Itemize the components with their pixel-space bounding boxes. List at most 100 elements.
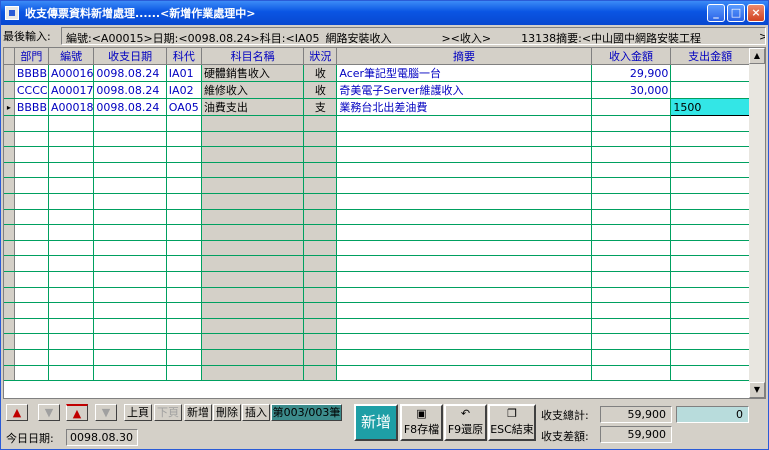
nav-bottom-icon[interactable]: ▼ [95, 404, 117, 421]
empty-cell[interactable] [303, 193, 338, 210]
empty-cell[interactable] [591, 255, 672, 272]
cell-memo[interactable]: Acer筆記型電腦一台 [336, 64, 592, 82]
empty-cell[interactable] [201, 115, 305, 132]
empty-cell[interactable] [336, 131, 592, 148]
empty-cell[interactable] [14, 333, 49, 350]
cell-no[interactable]: A00018 [48, 98, 95, 116]
empty-cell[interactable] [48, 224, 95, 241]
empty-cell[interactable] [336, 271, 592, 288]
empty-cell[interactable] [336, 255, 592, 272]
empty-cell[interactable] [14, 162, 49, 179]
empty-cell[interactable] [303, 131, 338, 148]
empty-cell[interactable] [201, 193, 305, 210]
empty-cell[interactable] [201, 302, 305, 319]
cell-expense[interactable] [670, 81, 750, 99]
empty-cell[interactable] [93, 177, 167, 194]
cell-date[interactable]: 0098.08.24 [93, 98, 167, 116]
prev-page-button[interactable]: 上頁 [124, 404, 152, 421]
empty-cell[interactable] [14, 302, 49, 319]
col-header[interactable]: 收支日期 [93, 48, 167, 65]
empty-cell[interactable] [591, 240, 672, 257]
minimize-button[interactable]: _ [707, 4, 725, 22]
empty-row[interactable] [4, 349, 750, 366]
empty-row[interactable] [4, 255, 750, 272]
empty-cell[interactable] [14, 177, 49, 194]
empty-cell[interactable] [93, 240, 167, 257]
col-header[interactable]: 收入金額 [591, 48, 672, 65]
empty-cell[interactable] [14, 131, 49, 148]
empty-cell[interactable] [14, 115, 49, 132]
empty-cell[interactable] [303, 271, 338, 288]
empty-cell[interactable] [336, 287, 592, 304]
empty-cell[interactable] [336, 224, 592, 241]
nav-first-icon[interactable]: ▲ [6, 404, 28, 421]
empty-cell[interactable] [166, 302, 202, 319]
empty-cell[interactable] [166, 146, 202, 163]
scroll-up-icon[interactable]: ▲ [749, 48, 765, 64]
empty-cell[interactable] [93, 365, 167, 382]
empty-cell[interactable] [93, 287, 167, 304]
empty-cell[interactable] [591, 193, 672, 210]
empty-cell[interactable] [201, 224, 305, 241]
empty-cell[interactable] [591, 271, 672, 288]
table-row[interactable]: CCCC A00017 0098.08.24 IA02 維修收入 收 奇美電子S… [4, 81, 750, 99]
scroll-down-icon[interactable]: ▼ [749, 382, 765, 398]
empty-cell[interactable] [166, 115, 202, 132]
empty-row[interactable] [4, 365, 750, 382]
empty-cell[interactable] [670, 193, 750, 210]
empty-cell[interactable] [93, 131, 167, 148]
empty-cell[interactable] [166, 162, 202, 179]
table-row[interactable]: ▸ BBBB A00018 0098.08.24 OA05 油費支出 支 業務台… [4, 98, 750, 116]
empty-cell[interactable] [670, 240, 750, 257]
vertical-scrollbar[interactable]: ▲ ▼ [749, 48, 765, 398]
empty-cell[interactable] [93, 271, 167, 288]
empty-cell[interactable] [201, 318, 305, 335]
empty-cell[interactable] [93, 333, 167, 350]
empty-cell[interactable] [14, 240, 49, 257]
empty-cell[interactable] [48, 162, 95, 179]
cell-code[interactable]: OA05 [166, 98, 202, 116]
empty-cell[interactable] [14, 146, 49, 163]
cell-income[interactable]: 29,900 [591, 64, 672, 82]
empty-cell[interactable] [201, 365, 305, 382]
empty-cell[interactable] [48, 349, 95, 366]
empty-cell[interactable] [303, 162, 338, 179]
add-row-button[interactable]: 新增 [184, 404, 212, 421]
empty-cell[interactable] [201, 287, 305, 304]
empty-cell[interactable] [670, 333, 750, 350]
empty-cell[interactable] [336, 177, 592, 194]
col-header[interactable]: 支出金額 [670, 48, 750, 65]
empty-cell[interactable] [303, 209, 338, 226]
empty-cell[interactable] [166, 333, 202, 350]
empty-row[interactable] [4, 224, 750, 241]
empty-cell[interactable] [336, 365, 592, 382]
empty-cell[interactable] [48, 271, 95, 288]
empty-cell[interactable] [591, 131, 672, 148]
empty-cell[interactable] [48, 115, 95, 132]
cell-date[interactable]: 0098.08.24 [93, 81, 167, 99]
cell-no[interactable]: A00017 [48, 81, 95, 99]
empty-cell[interactable] [201, 240, 305, 257]
empty-cell[interactable] [201, 177, 305, 194]
save-button[interactable]: ▣ F8存檔 [400, 404, 443, 441]
empty-cell[interactable] [303, 240, 338, 257]
empty-cell[interactable] [303, 224, 338, 241]
empty-cell[interactable] [93, 193, 167, 210]
empty-cell[interactable] [14, 209, 49, 226]
empty-cell[interactable] [14, 349, 49, 366]
empty-cell[interactable] [14, 287, 49, 304]
new-mode-button[interactable]: 新增 [354, 404, 398, 441]
empty-cell[interactable] [48, 318, 95, 335]
empty-cell[interactable] [591, 287, 672, 304]
cell-date[interactable]: 0098.08.24 [93, 64, 167, 82]
empty-cell[interactable] [670, 131, 750, 148]
empty-cell[interactable] [48, 287, 95, 304]
empty-cell[interactable] [591, 349, 672, 366]
empty-cell[interactable] [201, 209, 305, 226]
empty-row[interactable] [4, 333, 750, 350]
empty-row[interactable] [4, 131, 750, 148]
empty-cell[interactable] [336, 193, 592, 210]
empty-cell[interactable] [591, 224, 672, 241]
empty-cell[interactable] [48, 131, 95, 148]
insert-row-button[interactable]: 插入 [242, 404, 270, 421]
